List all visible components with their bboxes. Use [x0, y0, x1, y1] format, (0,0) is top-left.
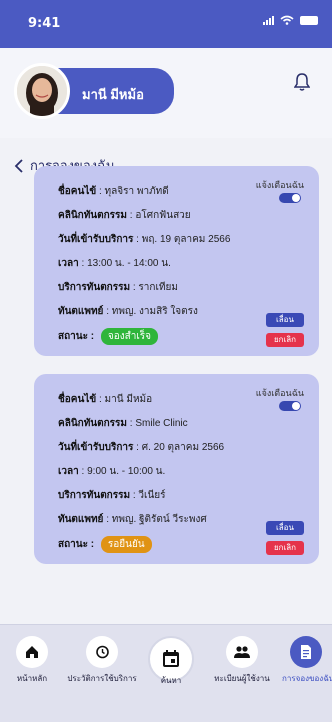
service-label: บริการทันตกรรม	[58, 490, 131, 501]
service-label: บริการทันตกรรม	[58, 282, 131, 293]
status-label: สถานะ :	[58, 331, 95, 342]
dentist-label: ทันตแพทย์	[58, 306, 104, 317]
date-label: วันที่เข้ารับบริการ	[58, 234, 134, 245]
nav-history-label: ประวัติการใช้บริการ	[67, 674, 137, 683]
time-label: เวลา	[58, 466, 79, 477]
signal-icon	[263, 15, 274, 25]
avatar[interactable]	[14, 63, 70, 119]
date-value: พฤ. 19 ตุลาคม 2566	[141, 234, 231, 245]
date-row: วันที่เข้ารับบริการ : ศ. 20 ตุลาคม 2566	[58, 442, 225, 453]
status-badge: จองสำเร็จ	[100, 328, 158, 345]
cancel-button[interactable]: ยกเลิก	[266, 333, 304, 347]
status-time: 9:41	[28, 16, 61, 31]
nav-my-bookings-label: การจองของฉัน	[282, 674, 332, 683]
nav-search-label: ค้นหา	[160, 676, 182, 685]
postpone-button[interactable]: เลื่อน	[266, 521, 304, 535]
patient-row: ชื่อคนไข้ : มานี มีหม้อ	[58, 394, 153, 405]
cancel-button[interactable]: ยกเลิก	[266, 541, 304, 555]
date-label: วันที่เข้ารับบริการ	[58, 442, 134, 453]
status-badge: รอยืนยัน	[100, 536, 152, 553]
date-value: ศ. 20 ตุลาคม 2566	[141, 442, 225, 453]
status-row: สถานะ : จองสำเร็จ	[58, 328, 158, 345]
nav-my-bookings[interactable]: การจองของฉัน	[282, 636, 332, 685]
booking-card: แจ้งเตือนฉัน ชื่อคนไข้ : มานี มีหม้อ คลิ…	[34, 374, 319, 564]
clinic-value: Smile Clinic	[135, 418, 188, 429]
service-row: บริการทันตกรรม : รากเทียม	[58, 282, 178, 293]
time-row: เวลา : 13:00 น. - 14:00 น.	[58, 258, 171, 269]
patient-row: ชื่อคนไข้ : ทุลจิรา พาภัทดี	[58, 186, 169, 197]
status-label: สถานะ :	[58, 539, 95, 550]
patient-value: มานี มีหม้อ	[104, 394, 153, 405]
status-icons	[263, 15, 318, 25]
booking-card: แจ้งเตือนฉัน ชื่อคนไข้ : ทุลจิรา พาภัทดี…	[34, 166, 319, 356]
nav-history[interactable]: ประวัติการใช้บริการ	[64, 636, 140, 685]
dentist-row: ทันตแพทย์ : ทพญ. งามสิริ ใจตรง	[58, 306, 198, 317]
clinic-value: อโศกฟันสวย	[135, 210, 191, 221]
date-row: วันที่เข้ารับบริการ : พฤ. 19 ตุลาคม 2566	[58, 234, 231, 245]
time-label: เวลา	[58, 258, 79, 269]
service-row: บริการทันตกรรม : วีเนียร์	[58, 490, 166, 501]
dentist-value: ทพญ. ฐิติรัตน์ วีระพงศ	[111, 514, 207, 525]
notify-label: แจ้งเตือนฉัน	[255, 180, 304, 190]
patient-value: ทุลจิรา พาภัทดี	[104, 186, 169, 197]
patient-label: ชื่อคนไข้	[58, 394, 97, 405]
battery-icon	[300, 15, 318, 25]
notify-toggle[interactable]	[279, 401, 301, 411]
clinic-row: คลินิกทันตกรรม : Smile Clinic	[58, 418, 188, 429]
users-icon	[226, 636, 258, 668]
notify-label: แจ้งเตือนฉัน	[255, 388, 304, 398]
nav-home[interactable]: หน้าหลัก	[14, 636, 50, 685]
chevron-left-icon[interactable]	[14, 158, 24, 173]
bell-icon[interactable]	[294, 72, 310, 92]
notify-toggle[interactable]	[279, 193, 301, 203]
clinic-label: คลินิกทันตกรรม	[58, 418, 128, 429]
time-row: เวลา : 9:00 น. - 10:00 น.	[58, 466, 166, 477]
document-icon	[290, 636, 322, 668]
dentist-row: ทันตแพทย์ : ทพญ. ฐิติรัตน์ วีระพงศ	[58, 514, 207, 525]
time-value: 13:00 น. - 14:00 น.	[87, 258, 171, 269]
wifi-icon	[280, 15, 294, 25]
time-value: 9:00 น. - 10:00 น.	[87, 466, 166, 477]
status-bar: 9:41	[0, 0, 332, 48]
history-icon	[86, 636, 118, 668]
clinic-label: คลินิกทันตกรรม	[58, 210, 128, 221]
clinic-row: คลินิกทันตกรรม : อโศกฟันสวย	[58, 210, 191, 221]
home-icon	[16, 636, 48, 668]
patient-label: ชื่อคนไข้	[58, 186, 97, 197]
dentist-value: ทพญ. งามสิริ ใจตรง	[111, 306, 198, 317]
nav-users-label: ทะเบียนผู้ใช้งาน	[214, 674, 270, 683]
nav-home-label: หน้าหลัก	[16, 674, 48, 683]
status-row: สถานะ : รอยืนยัน	[58, 536, 152, 553]
service-value: วีเนียร์	[138, 490, 166, 501]
postpone-button[interactable]: เลื่อน	[266, 313, 304, 327]
service-value: รากเทียม	[138, 282, 178, 293]
dentist-label: ทันตแพทย์	[58, 514, 104, 525]
profile-name: มานี มีหม้อ	[82, 87, 144, 102]
calendar-icon	[163, 650, 179, 667]
nav-users[interactable]: ทะเบียนผู้ใช้งาน	[202, 636, 282, 685]
